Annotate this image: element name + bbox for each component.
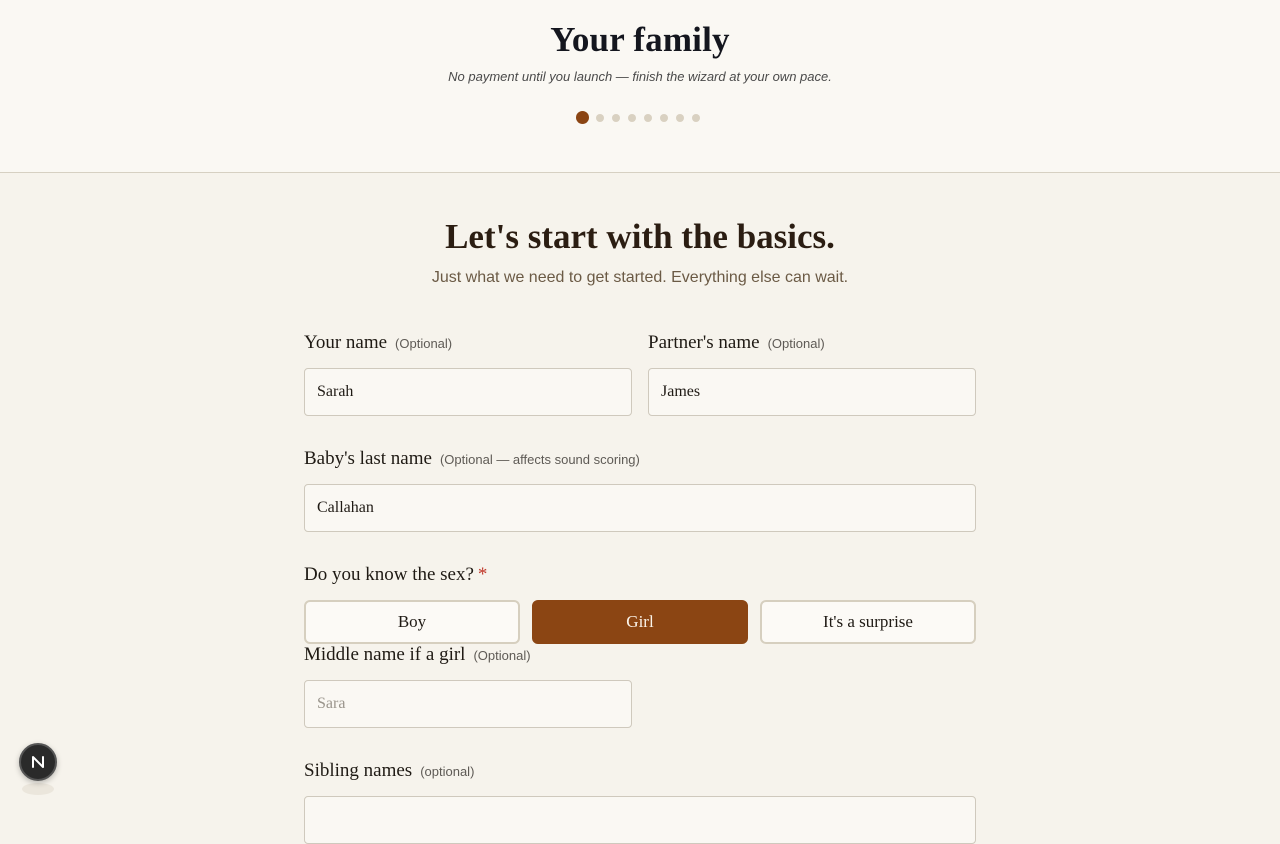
sex-option-boy[interactable]: Boy — [304, 600, 520, 644]
your-name-input[interactable] — [304, 368, 632, 416]
n-logo-icon — [32, 756, 44, 768]
step-dot-2[interactable] — [596, 114, 604, 122]
your-name-label-text: Your name — [304, 332, 388, 353]
page-title: Your family — [550, 20, 730, 59]
last-name-input[interactable] — [304, 484, 976, 532]
step-subline: Just what we need to get started. Everyt… — [431, 269, 849, 286]
partner-name-hint: (Optional) — [767, 336, 825, 351]
page-subtitle: No payment until you launch — finish the… — [448, 69, 832, 84]
last-name-hint: (Optional — affects sound scoring) — [439, 452, 640, 467]
step-dot-6[interactable] — [660, 114, 668, 122]
last-name-label-text: Baby's last name — [304, 448, 432, 469]
partner-name-label: Partner's name (Optional) — [648, 332, 825, 354]
middle-name-hint: (Optional) — [473, 648, 531, 663]
last-name-label: Baby's last name (Optional — affects soun… — [304, 448, 640, 470]
wizard-header: Your family No payment until you launch … — [0, 0, 1280, 173]
sex-option-girl[interactable]: Girl — [532, 600, 748, 644]
your-name-hint: (Optional) — [395, 336, 453, 351]
middle-name-label-text: Middle name if a girl — [304, 644, 466, 665]
your-name-label: Your name (Optional) — [304, 332, 452, 354]
step-dot-3[interactable] — [612, 114, 620, 122]
step-dot-8[interactable] — [692, 114, 700, 122]
partner-name-input[interactable] — [648, 368, 976, 416]
wizard-step-content: Let's start with the basics. Just what w… — [0, 173, 1280, 844]
step-indicator — [0, 111, 1280, 124]
step-dot-5[interactable] — [644, 114, 652, 122]
middle-name-label: Middle name if a girl (Optional) — [304, 644, 531, 666]
siblings-label-text: Sibling names — [304, 760, 413, 781]
step-dot-4[interactable] — [628, 114, 636, 122]
fab-shadow — [22, 783, 54, 795]
sex-label-text: Do you know the sex? — [304, 564, 474, 585]
partner-name-label-text: Partner's name — [648, 332, 760, 353]
required-mark: * — [477, 564, 488, 585]
sex-label: Do you know the sex? * — [304, 564, 487, 586]
step-dot-1[interactable] — [576, 111, 589, 124]
siblings-label: Sibling names (optional) — [304, 760, 474, 782]
siblings-hint: (optional) — [420, 764, 475, 779]
sex-option-surprise[interactable]: It's a surprise — [760, 600, 976, 644]
siblings-input[interactable] — [304, 796, 976, 844]
step-headline: Let's start with the basics. — [445, 217, 835, 256]
step-dot-7[interactable] — [676, 114, 684, 122]
middle-name-input[interactable] — [304, 680, 632, 728]
n-logo-button[interactable] — [19, 743, 57, 781]
